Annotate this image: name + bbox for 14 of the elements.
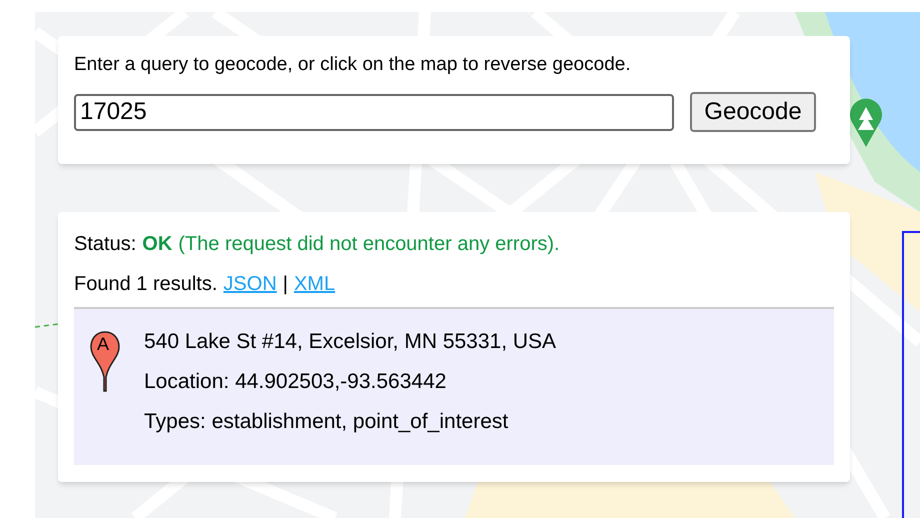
result-item[interactable]: A 540 Lake St #14, Excelsior, MN 55331, USA Location: 44.902503,-93.563442 Types: establishment, point_of_interest bbox=[74, 307, 834, 465]
instruction-text: Enter a query to geocode, or click on the map to reverse geocode. bbox=[74, 53, 632, 77]
marker-pin-icon bbox=[90, 331, 120, 393]
status-code: OK bbox=[142, 232, 172, 257]
geocode-button[interactable]: Geocode bbox=[690, 92, 816, 132]
status-label: Status: bbox=[74, 232, 136, 257]
results-count: Found 1 results. bbox=[74, 272, 218, 297]
link-separator: | bbox=[282, 272, 288, 297]
status-message: (The request did not encounter any errors). bbox=[178, 232, 560, 257]
marker-label: A bbox=[97, 334, 110, 354]
result-location: Location: 44.902503,-93.563442 bbox=[144, 369, 448, 395]
result-types: Types: establishment, point_of_interest bbox=[144, 409, 510, 435]
result-address: 540 Lake St #14, Excelsior, MN 55331, USA bbox=[144, 329, 556, 355]
query-field[interactable]: 17025 bbox=[74, 94, 674, 130]
